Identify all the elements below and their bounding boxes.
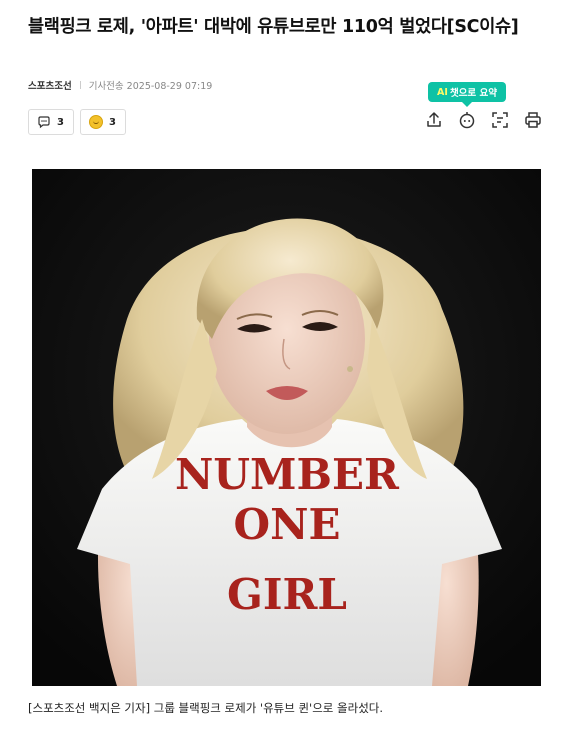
shirt-text-one: ONE <box>234 500 341 549</box>
press-name[interactable]: 스포츠조선 <box>28 78 72 92</box>
reaction-emoji-icon <box>89 115 103 129</box>
print-icon[interactable] <box>523 110 543 130</box>
shirt-text-number: NUMBER <box>175 450 400 499</box>
ai-summary-tooltip[interactable]: AI 챗으로 요약 <box>428 82 506 107</box>
shirt-text-girl: GIRL <box>227 570 347 619</box>
share-icon[interactable] <box>424 110 444 130</box>
reaction-button[interactable]: 3 <box>80 109 126 135</box>
summary-icon[interactable] <box>490 110 510 130</box>
photo-caption: [스포츠조선 백지은 기자] 그룹 블랙핑크 로제가 '유튜브 퀸'으로 올라섰… <box>28 701 384 715</box>
photo-illustration: NUMBER ONE GIRL <box>32 169 541 686</box>
comments-count: 3 <box>57 116 64 128</box>
ai-summary-label: 챗으로 요약 <box>449 88 497 99</box>
article-meta: 스포츠조선 기사전송 2025-08-29 07:19 <box>28 78 212 92</box>
meta-divider <box>79 81 81 89</box>
ai-chat-icon[interactable] <box>457 110 477 130</box>
reaction-count: 3 <box>109 116 116 128</box>
ai-label: AI <box>437 86 448 98</box>
comments-button[interactable]: 3 <box>28 109 74 135</box>
comment-icon <box>38 116 50 129</box>
article-date: 기사전송 2025-08-29 07:19 <box>88 81 213 92</box>
article-photo[interactable]: NUMBER ONE GIRL <box>32 169 541 686</box>
article-headline: 블랙핑크 로제, '아파트' 대박에 유튜브로만 110억 벌었다[SC이슈] <box>28 17 519 37</box>
